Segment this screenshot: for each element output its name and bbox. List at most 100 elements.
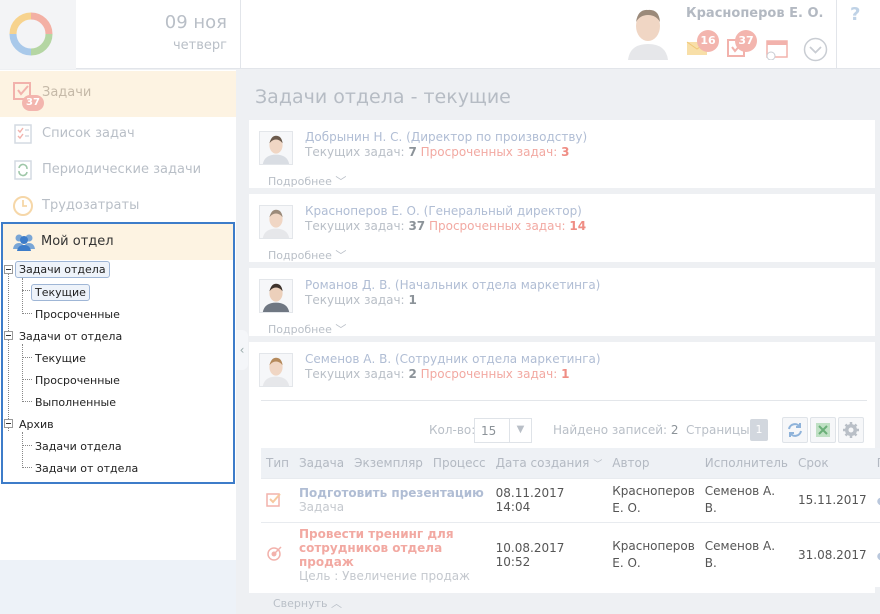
tasks-table: Тип Задача Экземпляр Процесс Дата создан… (261, 448, 880, 587)
page-button[interactable]: 1 (750, 419, 768, 441)
author-cell[interactable]: Красноперов Е. О. (607, 521, 700, 587)
overdue-label: Просроченных задач: (428, 219, 566, 233)
employee-name[interactable]: Красноперов Е. О. (Генеральный директор) (305, 204, 582, 218)
periodic-icon (14, 160, 32, 180)
user-menu-chevron-icon[interactable] (803, 37, 828, 62)
current-label: Текущих задач: (305, 145, 405, 159)
current-label: Текущих задач: (305, 293, 405, 307)
column-header[interactable]: Задача (293, 448, 350, 478)
author-cell[interactable]: Красноперов Е. О. (607, 477, 700, 522)
found-label: Найдено записей: (553, 423, 668, 437)
users-icon (13, 234, 35, 251)
help-icon[interactable]: ? (850, 4, 860, 25)
more-link[interactable]: Подробнее ﹀ (268, 173, 346, 189)
export-excel-button[interactable] (810, 417, 836, 443)
tree-node-dept-current[interactable]: Текущие (31, 284, 90, 301)
created-cell: 08.11.2017 14:04 (490, 477, 608, 522)
column-header[interactable]: Процесс (427, 448, 491, 478)
column-header[interactable]: Экземпляр (349, 448, 428, 478)
column-header[interactable]: Тип (261, 448, 294, 478)
calendar-icon[interactable] (766, 38, 788, 60)
sidebar-item-label: Периодические задачи (42, 162, 202, 177)
employee-stats: Текущих задач: 37 Просроченных задач: 14 (305, 219, 586, 233)
column-header-sorted[interactable]: Дата создания ﹀ (490, 448, 608, 478)
task-title[interactable]: Подготовить презентацию (299, 486, 486, 500)
task-title[interactable]: Провести тренинг для сотрудников отдела … (299, 527, 486, 569)
sidebar-footer (0, 560, 236, 614)
clock-icon (13, 196, 33, 216)
table-header-row: Тип Задача Экземпляр Процесс Дата создан… (261, 448, 880, 478)
settings-button[interactable] (838, 417, 864, 443)
tree-node-dept-tasks[interactable]: Задачи отдела (15, 261, 110, 278)
tree-collapse-toggle[interactable] (4, 265, 13, 274)
tree-collapse-toggle[interactable] (4, 331, 13, 340)
tree-node-archive-from[interactable]: Задачи от отдела (35, 462, 138, 475)
column-header[interactable]: Срок (792, 448, 872, 478)
more-label: Подробнее (268, 249, 332, 262)
executor-cell[interactable]: Семенов А. В. (699, 477, 793, 522)
page-size-select[interactable]: 15 ▼ (474, 418, 532, 443)
excel-icon (816, 423, 830, 437)
found-value: 2 (670, 423, 679, 437)
column-header[interactable]: Пр. (871, 448, 880, 478)
employee-name[interactable]: Семенов А. В. (Сотрудник отдела маркетин… (305, 352, 601, 366)
table-row[interactable]: Провести тренинг для сотрудников отдела … (261, 521, 880, 587)
employee-name[interactable]: Романов Д. В. (Начальник отдела маркетин… (305, 278, 600, 292)
tree-connector (22, 357, 32, 358)
sidebar-item-my-department[interactable]: Мой отдел (3, 224, 233, 260)
column-header[interactable]: Автор (607, 448, 700, 478)
my-department-panel: Мой отдел Задачи отдела Текущие Просроче… (1, 222, 235, 484)
tree-node-archive-dept[interactable]: Задачи отдела (35, 440, 122, 453)
tasks-badge: 37 (735, 30, 757, 52)
table-row[interactable]: Подготовить презентацию Задача 08.11.201… (261, 477, 880, 522)
date-weekday: четверг (173, 38, 227, 53)
tree-node-from-done[interactable]: Выполненные (35, 396, 116, 409)
deadline-cell: 15.11.2017 (792, 477, 872, 522)
tree-collapse-toggle[interactable] (4, 419, 13, 428)
user-name[interactable]: Красноперов Е. О. (686, 6, 823, 21)
more-link[interactable]: Подробнее ﹀ (268, 321, 346, 337)
tree-node-dept-overdue[interactable]: Просроченные (35, 308, 120, 321)
refresh-button[interactable] (782, 417, 808, 443)
more-link[interactable]: Подробнее ﹀ (268, 247, 346, 263)
tree-connector (22, 445, 32, 446)
employee-stats: Текущих задач: 2 Просроченных задач: 1 (305, 367, 569, 381)
task-subtitle: Цель : Увеличение продаж (298, 568, 470, 583)
tree-connector (22, 278, 23, 314)
sidebar-item-tasks[interactable]: 37 Задачи (0, 71, 236, 117)
sidebar-collapse-icon[interactable]: ‹ (236, 330, 248, 370)
sidebar-item-time[interactable]: Трудозатраты (0, 188, 236, 224)
column-header[interactable]: Исполнитель (699, 448, 793, 478)
refresh-icon (788, 423, 802, 437)
task-cell[interactable]: Подготовить презентацию Задача (293, 477, 491, 522)
more-label: Подробнее (268, 175, 332, 188)
executor-cell[interactable]: Семенов А. В. (699, 521, 793, 587)
employee-name[interactable]: Добрынин Н. С. (Директор по производству… (305, 130, 587, 144)
employee-avatar (259, 279, 293, 313)
sidebar-item-label: Список задач (42, 126, 135, 141)
current-count: 2 (408, 367, 417, 381)
overdue-label: Просроченных задач: (420, 145, 558, 159)
gear-icon (843, 422, 859, 438)
sidebar-item-periodic[interactable]: Периодические задачи (0, 152, 236, 188)
tree-node-from-current[interactable]: Текущие (35, 352, 86, 365)
pages-label: Страницы: (686, 423, 754, 437)
tree-node-from-dept[interactable]: Задачи от отдела (19, 330, 122, 343)
employee-stats: Текущих задач: 7 Просроченных задач: 3 (305, 145, 569, 159)
divider (240, 0, 241, 69)
chevron-down-icon: ▼ (509, 419, 531, 442)
user-avatar[interactable] (622, 4, 674, 60)
chevron-up-icon: ︿ (331, 597, 343, 610)
found-records: Найдено записей: 2 (553, 423, 679, 437)
page-title: Задачи отдела - текущие (255, 86, 511, 108)
top-bar: 09 ноя четверг Красноперов Е. О. 16 37 ? (0, 0, 880, 69)
task-cell[interactable]: Провести тренинг для сотрудников отдела … (293, 521, 491, 587)
tree-node-archive[interactable]: Архив (19, 418, 54, 431)
tree-connector (22, 432, 23, 468)
collapse-link[interactable]: Свернуть ︿ (273, 595, 342, 611)
task-subtitle: Задача (298, 500, 345, 514)
tree-node-from-overdue[interactable]: Просроченные (35, 374, 120, 387)
sidebar-item-task-list[interactable]: Список задач (0, 116, 236, 152)
priority-cell: ● (871, 521, 880, 587)
tree-connector (8, 269, 9, 431)
